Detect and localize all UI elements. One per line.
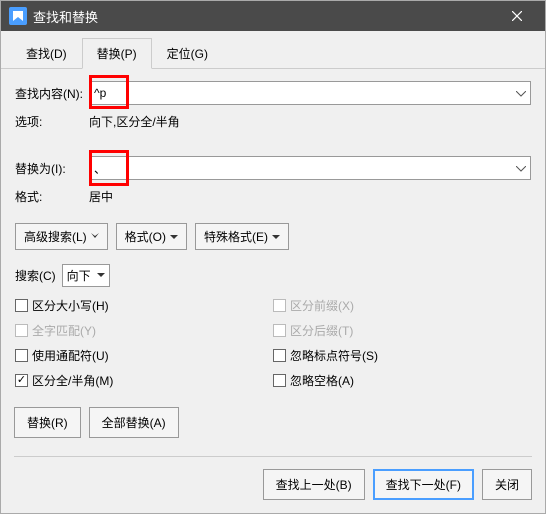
find-input[interactable]: ^p (89, 81, 531, 105)
checkbox-icon (15, 349, 28, 362)
chevron-down-icon (170, 230, 178, 244)
checkbox-wildcard[interactable]: 使用通配符(U) (15, 347, 273, 364)
format-label: 格式: (15, 188, 89, 205)
replace-input[interactable]: 、 (89, 156, 531, 180)
chevron-down-icon (516, 161, 526, 175)
checkbox-icon (273, 324, 286, 337)
special-format-button[interactable]: 特殊格式(E) (195, 223, 289, 250)
window-title: 查找和替换 (33, 7, 497, 26)
find-label: 查找内容(N): (15, 85, 89, 102)
checkbox-suffix: 区分后缀(T) (273, 322, 531, 339)
checkbox-ignore-space[interactable]: 忽略空格(A) (273, 372, 531, 389)
options-label: 选项: (15, 113, 89, 130)
options-value: 向下,区分全/半角 (89, 113, 180, 130)
tabs: 查找(D) 替换(P) 定位(G) (1, 31, 545, 69)
advanced-search-button[interactable]: 高级搜索(L) (15, 223, 108, 250)
replace-label: 替换为(I): (15, 160, 89, 177)
checkbox-case[interactable]: 区分大小写(H) (15, 297, 273, 314)
format-value: 居中 (89, 188, 113, 205)
checkbox-icon (15, 374, 28, 387)
tab-replace[interactable]: 替换(P) (82, 38, 152, 69)
tab-find[interactable]: 查找(D) (11, 38, 82, 69)
checkbox-icon (273, 349, 286, 362)
find-next-button[interactable]: 查找下一处(F) (373, 469, 474, 500)
chevron-up-icon (91, 230, 99, 244)
tab-goto[interactable]: 定位(G) (152, 38, 223, 69)
checkbox-whole-word: 全字匹配(Y) (15, 322, 273, 339)
replace-all-button[interactable]: 全部替换(A) (89, 407, 179, 438)
chevron-down-icon (272, 230, 280, 244)
chevron-down-icon (97, 273, 105, 278)
content: 查找内容(N): ^p 选项: 向下,区分全/半角 替换为(I): 、 格式: … (1, 69, 545, 409)
format-button[interactable]: 格式(O) (116, 223, 187, 250)
replace-button[interactable]: 替换(R) (14, 407, 81, 438)
search-direction-label: 搜索(C) (15, 267, 56, 284)
checkbox-icon (273, 299, 286, 312)
search-direction-select[interactable]: 向下 (62, 264, 110, 287)
checkbox-icon (273, 374, 286, 387)
close-icon (512, 11, 522, 21)
app-icon (9, 7, 27, 25)
checkbox-icon (15, 324, 28, 337)
close-window-button[interactable] (497, 1, 537, 31)
checkbox-ignore-punct[interactable]: 忽略标点符号(S) (273, 347, 531, 364)
checkbox-fullwidth[interactable]: 区分全/半角(M) (15, 372, 273, 389)
titlebar: 查找和替换 (1, 1, 545, 31)
checkbox-icon (15, 299, 28, 312)
chevron-down-icon (516, 86, 526, 100)
find-prev-button[interactable]: 查找上一处(B) (263, 469, 365, 500)
checkbox-prefix: 区分前缀(X) (273, 297, 531, 314)
close-button[interactable]: 关闭 (482, 469, 532, 500)
footer: 替换(R) 全部替换(A) 查找上一处(B) 查找下一处(F) 关闭 (0, 395, 546, 514)
